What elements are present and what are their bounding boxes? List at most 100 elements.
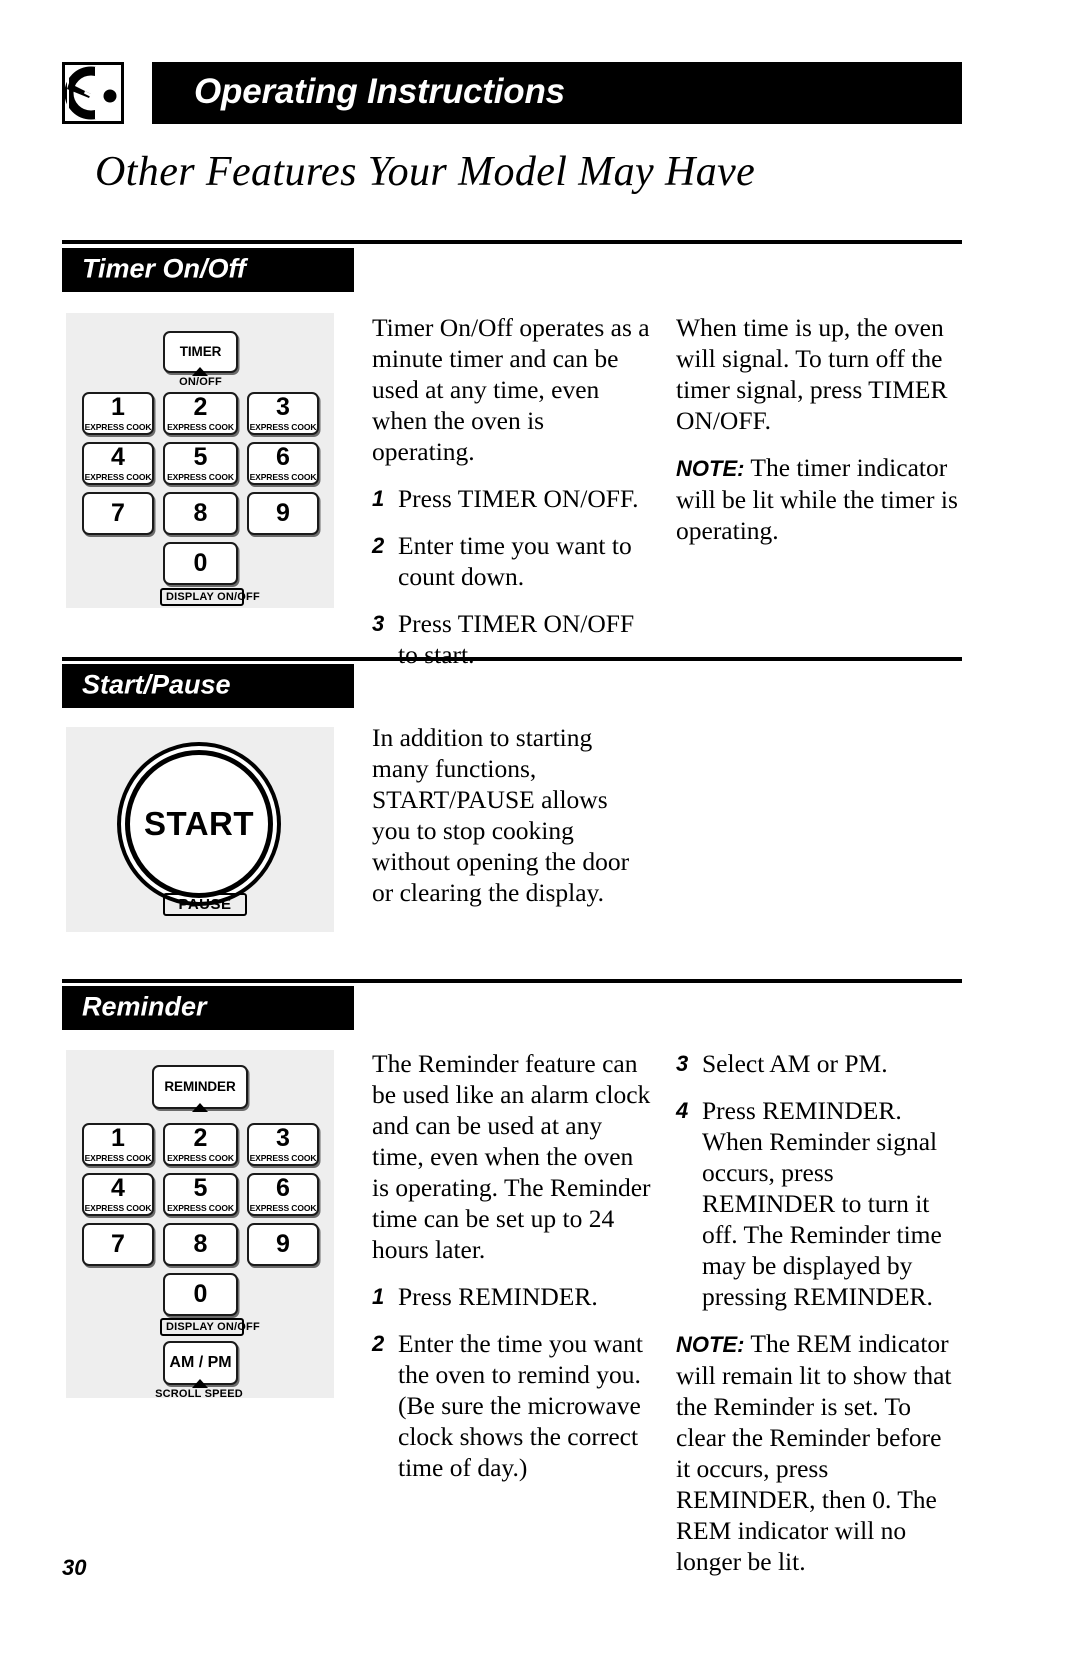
- am-pm-label: AM / PM: [169, 1354, 232, 1371]
- keypad-key-3[interactable]: 3 EXPRESS COOK: [247, 1123, 319, 1166]
- key-sublabel: EXPRESS COOK: [84, 472, 152, 483]
- knob-dial-icon: [62, 62, 124, 124]
- keypad-key-5[interactable]: 5 EXPRESS COOK: [163, 1173, 238, 1216]
- section-rule-timer: [62, 240, 962, 244]
- keypad-key-7[interactable]: 7: [82, 492, 154, 535]
- keypad-key-8[interactable]: 8: [163, 1223, 238, 1266]
- keypad-key-6[interactable]: 6 EXPRESS COOK: [247, 1173, 319, 1216]
- timer-intro: Timer On/Off operates as a minute timer …: [372, 313, 650, 466]
- key-sublabel: EXPRESS COOK: [84, 1153, 152, 1164]
- key-number: 5: [193, 1174, 208, 1203]
- key-number: 0: [193, 1280, 208, 1308]
- step-text: Enter the time you want the oven to remi…: [398, 1329, 644, 1482]
- page-number: 30: [62, 1555, 87, 1580]
- section-heading-timer: Timer On/Off: [62, 248, 354, 292]
- reminder-left-column: The Reminder feature can be used like an…: [372, 1048, 652, 1499]
- timer-step-1: 1 Press TIMER ON/OFF.: [372, 483, 652, 514]
- key-number: 4: [111, 443, 125, 472]
- key-number: 7: [111, 499, 125, 527]
- keypad-key-0[interactable]: 0: [163, 1273, 238, 1316]
- keypad-key-2[interactable]: 2 EXPRESS COOK: [163, 1123, 238, 1166]
- start-button-label: START: [143, 805, 255, 842]
- section-heading-reminder-label: Reminder: [82, 991, 207, 1022]
- timer-keypad-panel: TIMER ON/OFF 1 EXPRESS COOK 2 EXPRESS CO…: [66, 313, 334, 608]
- key-number: 0: [193, 549, 208, 577]
- reminder-step-4: 4 Press REMINDER. When Reminder signal o…: [676, 1095, 962, 1312]
- section-rule-start-pause: [62, 657, 962, 661]
- note-label: NOTE:: [676, 456, 745, 481]
- step-number: 2: [372, 533, 385, 558]
- reminder-key-label: REMINDER: [164, 1079, 236, 1095]
- note-label: NOTE:: [676, 1332, 745, 1357]
- note-text: The REM indicator will remain lit to sho…: [676, 1329, 952, 1576]
- step-text: Press TIMER ON/OFF.: [398, 484, 639, 513]
- step-number: 3: [676, 1051, 689, 1076]
- start-pause-intro: In addition to starting many functions, …: [372, 723, 630, 907]
- page-subtitle: Other Features Your Model May Have: [95, 149, 756, 195]
- key-sublabel: EXPRESS COOK: [167, 1203, 234, 1214]
- step-number: 1: [372, 1284, 385, 1309]
- am-pm-pointer-icon: [192, 1379, 208, 1388]
- step-number: 4: [676, 1098, 689, 1123]
- key-number: 1: [111, 1124, 125, 1153]
- start-pause-left-column: In addition to starting many functions, …: [372, 722, 652, 908]
- key-sublabel: EXPRESS COOK: [249, 1153, 317, 1164]
- step-number: 1: [372, 486, 385, 511]
- keypad-key-5[interactable]: 5 EXPRESS COOK: [163, 442, 238, 485]
- keypad-key-9[interactable]: 9: [247, 492, 319, 535]
- key-number: 9: [276, 499, 290, 527]
- key-sublabel: EXPRESS COOK: [84, 422, 152, 433]
- key-sublabel: EXPRESS COOK: [84, 1203, 152, 1214]
- keypad-key-4[interactable]: 4 EXPRESS COOK: [82, 1173, 154, 1216]
- key-number: 6: [276, 443, 290, 472]
- timer-note: NOTE: The timer indicator will be lit wh…: [676, 452, 962, 546]
- key-sublabel: EXPRESS COOK: [167, 1153, 234, 1164]
- section-rule-reminder: [62, 979, 962, 983]
- start-pause-button[interactable]: START: [125, 750, 273, 898]
- key-number: 6: [276, 1174, 290, 1203]
- keypad-key-0[interactable]: 0: [163, 542, 238, 585]
- pause-caption: PAUSE: [163, 893, 247, 916]
- page-header: Operating Instructions: [62, 62, 962, 124]
- key-sublabel: EXPRESS COOK: [167, 422, 234, 433]
- section-heading-timer-label: Timer On/Off: [82, 253, 247, 284]
- keypad-key-1[interactable]: 1 EXPRESS COOK: [82, 392, 154, 435]
- start-pause-panel: START PAUSE: [66, 727, 334, 932]
- key-sublabel: EXPRESS COOK: [249, 472, 317, 483]
- key-number: 5: [193, 443, 208, 472]
- keypad-key-8[interactable]: 8: [163, 492, 238, 535]
- reminder-step-2: 2 Enter the time you want the oven to re…: [372, 1328, 652, 1483]
- timer-onoff-caption: ON/OFF: [179, 376, 222, 388]
- key-number: 1: [111, 393, 125, 422]
- step-text: Enter time you want to count down.: [398, 531, 632, 591]
- step-number: 2: [372, 1331, 385, 1356]
- manual-page: Operating Instructions Other Features Yo…: [0, 0, 1080, 1669]
- keypad-key-9[interactable]: 9: [247, 1223, 319, 1266]
- key-number: 4: [111, 1174, 125, 1203]
- key-number: 8: [193, 1230, 208, 1258]
- keypad-key-4[interactable]: 4 EXPRESS COOK: [82, 442, 154, 485]
- reminder-note: NOTE: The REM indicator will remain lit …: [676, 1328, 962, 1577]
- timer-key-label: TIMER: [179, 344, 222, 360]
- step-text: Select AM or PM.: [702, 1049, 888, 1078]
- step-number: 3: [372, 611, 385, 636]
- keypad-key-1[interactable]: 1 EXPRESS COOK: [82, 1123, 154, 1166]
- key-sublabel: EXPRESS COOK: [249, 422, 317, 433]
- timer-key-pointer-icon: [192, 367, 208, 376]
- reminder-key-pointer-icon: [192, 1103, 208, 1112]
- timer-left-column: Timer On/Off operates as a minute timer …: [372, 312, 652, 686]
- key-sublabel: EXPRESS COOK: [167, 472, 234, 483]
- header-banner: Operating Instructions: [152, 62, 962, 124]
- section-heading-start-pause-label: Start/Pause: [82, 669, 231, 700]
- keypad-key-3[interactable]: 3 EXPRESS COOK: [247, 392, 319, 435]
- keypad-key-2[interactable]: 2 EXPRESS COOK: [163, 392, 238, 435]
- reminder-right-column: 3 Select AM or PM. 4 Press REMINDER. Whe…: [676, 1048, 962, 1577]
- display-onoff-caption: DISPLAY ON/OFF: [160, 1318, 260, 1336]
- key-sublabel: EXPRESS COOK: [249, 1203, 317, 1214]
- step-text: Press REMINDER. When Reminder signal occ…: [702, 1096, 942, 1311]
- timer-step-2: 2 Enter time you want to count down.: [372, 530, 652, 592]
- timer-right-column: When time is up, the oven will signal. T…: [676, 312, 962, 546]
- display-onoff-caption: DISPLAY ON/OFF: [160, 588, 260, 606]
- keypad-key-6[interactable]: 6 EXPRESS COOK: [247, 442, 319, 485]
- keypad-key-7[interactable]: 7: [82, 1223, 154, 1266]
